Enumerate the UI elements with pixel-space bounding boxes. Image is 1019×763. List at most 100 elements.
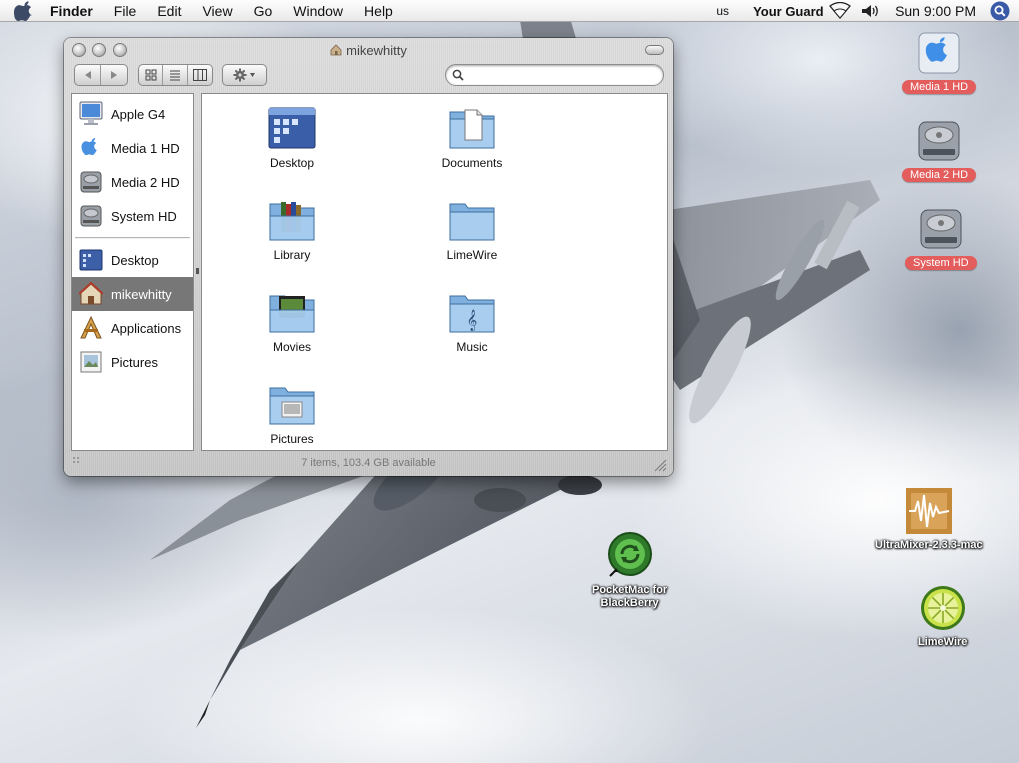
- svg-text:𝄞: 𝄞: [467, 310, 478, 331]
- folder-item-movies[interactable]: Movies: [222, 290, 362, 354]
- desktop-drive-media-1-hd[interactable]: Media 1 HD: [902, 30, 977, 94]
- sidebar-item-label: Apple G4: [111, 106, 166, 122]
- folder-label: Library: [273, 248, 311, 262]
- hard-disk-icon: [80, 171, 102, 193]
- folder-label: Pictures: [270, 432, 314, 446]
- desktop-drive-media-2-hd[interactable]: Media 2 HD: [902, 118, 977, 182]
- folder-label: Desktop: [269, 156, 315, 170]
- sidebar-item-pictures[interactable]: Pictures: [72, 345, 193, 379]
- sidebar-item-system-hd[interactable]: System HD: [72, 199, 193, 233]
- desktop-drive-label: Media 1 HD: [902, 80, 977, 94]
- list-view-button[interactable]: [163, 65, 188, 85]
- sidebar: Apple G4 Media 1 HD Media 2 HD System HD: [71, 93, 194, 451]
- apple-menu-icon[interactable]: [14, 0, 34, 21]
- sidebar-item-mikewhitty[interactable]: mikewhitty: [72, 277, 193, 311]
- desktop-item-limewire[interactable]: LimeWire: [918, 584, 967, 649]
- wifi-icon[interactable]: [829, 2, 852, 20]
- sidebar-item-desktop[interactable]: Desktop: [72, 243, 193, 277]
- desktop-item-ultramixer[interactable]: UltraMixer-2.3.3-mac: [875, 487, 983, 552]
- menu-help[interactable]: Help: [364, 3, 393, 19]
- view-mode-control: [138, 64, 213, 86]
- ultramixer-icon: [905, 488, 952, 534]
- sidebar-splitter[interactable]: [194, 93, 201, 451]
- forward-button[interactable]: [101, 65, 127, 85]
- desktop-drive-system-hd[interactable]: System HD: [905, 206, 977, 270]
- column-view-icon: [192, 69, 207, 81]
- home-icon: [79, 281, 103, 305]
- back-button[interactable]: [75, 65, 102, 85]
- icon-view-button[interactable]: [139, 65, 164, 85]
- desktop-item-pocketmac[interactable]: PocketMac for BlackBerry: [592, 532, 667, 610]
- action-menu-button[interactable]: [222, 64, 267, 86]
- desktop-drive-label: Media 2 HD: [902, 168, 977, 182]
- status-bar: 7 items, 103.4 GB available: [64, 452, 673, 476]
- desktop-folder-icon: [79, 249, 103, 271]
- icon-view-icon: [145, 69, 157, 81]
- window-title-text: mikewhitty: [346, 43, 407, 58]
- pictures-icon: [80, 351, 102, 373]
- folder-item-desktop[interactable]: Desktop: [222, 106, 362, 170]
- menu-bar: Finder File Edit View Go Window Help us …: [0, 0, 1019, 22]
- window-title: mikewhitty: [64, 43, 673, 58]
- toolbar-toggle-button[interactable]: [645, 45, 664, 55]
- spotlight-icon[interactable]: [990, 1, 1010, 21]
- back-arrow-icon: [84, 71, 91, 79]
- sidebar-item-label: System HD: [111, 208, 177, 224]
- sidebar-divider: [75, 237, 190, 239]
- sidebar-item-label: Media 2 HD: [111, 174, 180, 190]
- window-title-bar[interactable]: mikewhitty: [64, 38, 673, 62]
- folder-item-limewire[interactable]: LimeWire: [402, 198, 542, 262]
- library-folder-icon: [269, 202, 315, 241]
- menu-edit[interactable]: Edit: [157, 3, 181, 19]
- folder-label: Movies: [272, 340, 311, 354]
- app-menu-finder[interactable]: Finder: [50, 3, 93, 19]
- search-field[interactable]: [445, 64, 664, 86]
- forward-arrow-icon: [111, 71, 117, 79]
- icon-view-content: Desktop Documents Library LimeWire Movie…: [201, 93, 668, 451]
- music-folder-icon: 𝄞: [449, 295, 495, 333]
- status-text: 7 items, 103.4 GB available: [301, 457, 436, 469]
- action-menu-segment[interactable]: [223, 65, 266, 85]
- window-toolbar: [64, 62, 673, 92]
- desktop-item-label: LimeWire: [918, 636, 968, 648]
- sidebar-item-apple-g4[interactable]: Apple G4: [72, 97, 193, 131]
- desktop-drive-label: System HD: [905, 256, 977, 270]
- limewire-icon: [920, 586, 965, 630]
- volume-icon[interactable]: [859, 2, 881, 20]
- sidebar-item-applications[interactable]: Applications: [72, 311, 193, 345]
- folder-item-documents[interactable]: Documents: [402, 106, 542, 170]
- home-icon: [330, 44, 342, 56]
- folder-item-music[interactable]: 𝄞 Music: [402, 290, 542, 354]
- menu-clock[interactable]: Sun 9:00 PM: [895, 3, 976, 19]
- status-menu-your-guard[interactable]: Your Guard: [753, 4, 827, 19]
- pocketmac-label-line1: PocketMac for: [592, 584, 668, 596]
- sidebar-item-label: Desktop: [111, 252, 159, 268]
- menu-go[interactable]: Go: [254, 3, 273, 19]
- pocketmac-icon: [607, 532, 652, 577]
- pictures-folder-icon: [269, 387, 315, 425]
- keyboard-layout-menu[interactable]: us: [716, 4, 729, 18]
- folder-item-library[interactable]: Library: [222, 198, 362, 262]
- column-view-button[interactable]: [188, 65, 212, 85]
- apple-disk-icon: [918, 32, 960, 74]
- list-view-icon: [170, 70, 181, 81]
- sidebar-item-label: Media 1 HD: [111, 140, 180, 156]
- resize-handle-icon[interactable]: [653, 458, 667, 472]
- search-icon: [452, 69, 464, 81]
- desktop-item-label: UltraMixer-2.3.3-mac: [875, 539, 983, 551]
- sidebar-item-label: Applications: [111, 320, 182, 336]
- finder-window: mikewhitty Apple G4 Media 1 HD Media 2 H…: [64, 38, 673, 476]
- search-input[interactable]: [468, 68, 658, 82]
- documents-folder-icon: [449, 109, 495, 149]
- sidebar-item-media-1-hd[interactable]: Media 1 HD: [72, 131, 193, 165]
- folder-label: Documents: [441, 156, 503, 170]
- hard-disk-icon: [920, 209, 962, 249]
- menu-view[interactable]: View: [202, 3, 232, 19]
- folder-item-pictures[interactable]: Pictures: [222, 382, 362, 446]
- menu-window[interactable]: Window: [293, 3, 343, 19]
- menu-file[interactable]: File: [114, 3, 137, 19]
- folder-label: LimeWire: [446, 248, 498, 262]
- sidebar-item-media-2-hd[interactable]: Media 2 HD: [72, 165, 193, 199]
- gear-icon: [233, 68, 255, 82]
- sidebar-item-label: mikewhitty: [111, 286, 172, 302]
